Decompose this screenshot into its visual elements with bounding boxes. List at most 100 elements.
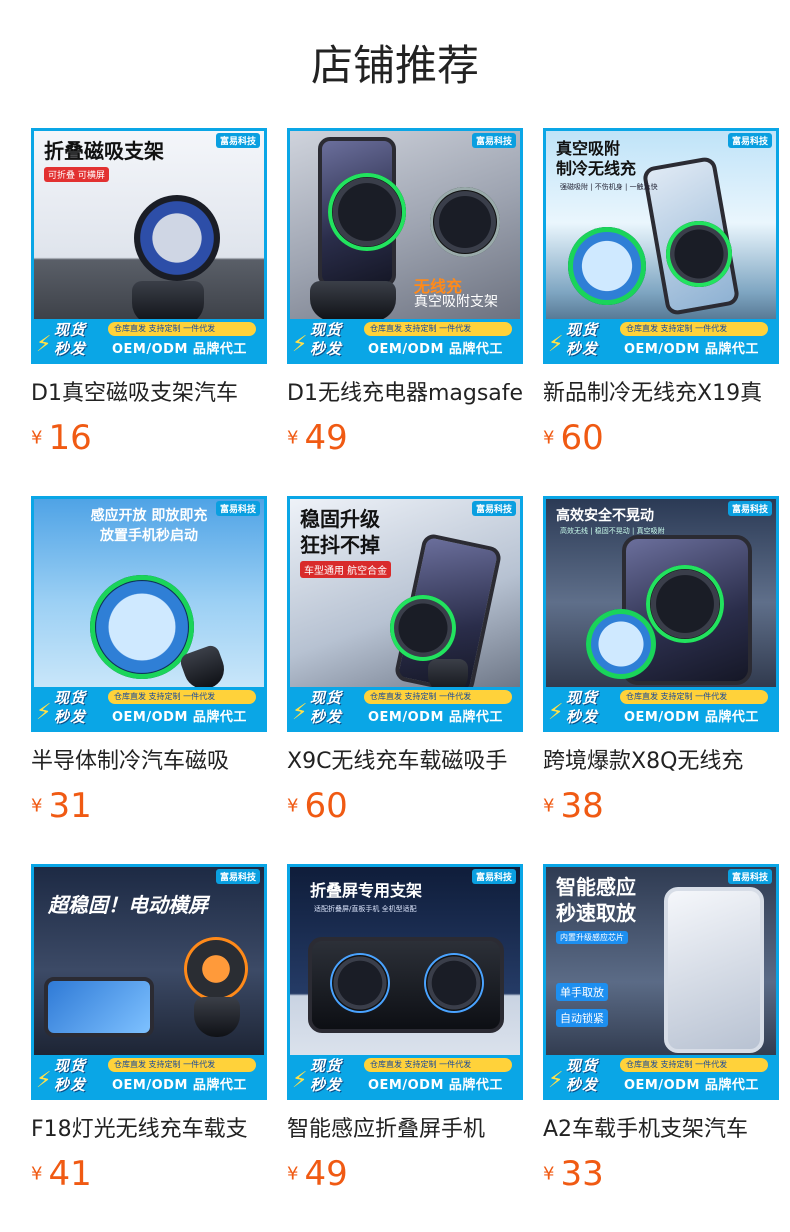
banner-line2: 秒发 bbox=[566, 1076, 599, 1094]
product-price: ¥16 bbox=[31, 418, 92, 458]
price-value: 60 bbox=[560, 418, 604, 458]
product-grid: 折叠磁吸支架 可折叠 可横屏 富易科技 ⚡ 现货 秒发 仓库直发 支持定制 一件… bbox=[31, 128, 790, 1232]
image-headline-2: 狂抖不掉 bbox=[300, 533, 380, 557]
product-card[interactable]: 智能感应 秒速取放 内置升级感应芯片 单手取放 自动锁紧 富易科技 ⚡ 现货 秒… bbox=[543, 864, 779, 1232]
product-card[interactable]: 折叠磁吸支架 可折叠 可横屏 富易科技 ⚡ 现货 秒发 仓库直发 支持定制 一件… bbox=[31, 128, 267, 496]
lightning-icon: ⚡ bbox=[36, 700, 52, 725]
product-card[interactable]: 无线充 真空吸附支架 富易科技 ⚡ 现货 秒发 仓库直发 支持定制 一件代发 O… bbox=[287, 128, 523, 496]
product-image[interactable]: 高效安全不晃动 高效无线 | 稳固不晃动 | 真空吸附 富易科技 ⚡ 现货 秒发… bbox=[543, 496, 779, 732]
price-value: 60 bbox=[304, 786, 348, 826]
product-card[interactable]: 折叠屏专用支架 适配折叠屏/直板手机 全机型适配 富易科技 ⚡ 现货 秒发 仓库… bbox=[287, 864, 523, 1232]
banner-line2: 秒发 bbox=[310, 708, 343, 726]
charger-pad-left bbox=[330, 953, 390, 1013]
image-headline: 真空吸附 bbox=[556, 139, 621, 158]
banner-line2: 秒发 bbox=[566, 708, 599, 726]
feature-badge-one-hand: 单手取放 bbox=[556, 983, 608, 1001]
image-caption-2: 真空吸附支架 bbox=[414, 294, 498, 310]
brand-badge: 富易科技 bbox=[471, 869, 516, 884]
banner-chips: 仓库直发 支持定制 一件代发 bbox=[620, 1058, 768, 1072]
banner-oem: OEM/ODM 品牌代工 bbox=[368, 710, 503, 725]
promo-banner: ⚡ 现货 秒发 仓库直发 支持定制 一件代发 OEM/ODM 品牌代工 bbox=[290, 319, 520, 361]
currency-symbol: ¥ bbox=[287, 1163, 299, 1185]
product-card[interactable]: 稳固升级 狂抖不掉 车型通用 航空合金 富易科技 ⚡ 现货 秒发 仓库直发 支持… bbox=[287, 496, 523, 864]
banner-oem: OEM/ODM 品牌代工 bbox=[624, 1078, 759, 1093]
banner-line1: 现货 bbox=[54, 321, 87, 339]
currency-symbol: ¥ bbox=[543, 795, 555, 817]
price-value: 38 bbox=[560, 786, 604, 826]
lightning-icon: ⚡ bbox=[548, 700, 564, 725]
banner-oem: OEM/ODM 品牌代工 bbox=[624, 710, 759, 725]
brand-badge: 富易科技 bbox=[727, 133, 772, 148]
brand-badge: 富易科技 bbox=[471, 501, 516, 516]
image-headline: 超稳固！电动横屏 bbox=[48, 893, 208, 917]
charger-pad bbox=[666, 221, 732, 287]
image-tagline: 强磁吸附 | 不伤机身 | 一触急快 bbox=[560, 183, 658, 191]
promo-banner: ⚡ 现货 秒发 仓库直发 支持定制 一件代发 OEM/ODM 品牌代工 bbox=[290, 687, 520, 729]
promo-banner: ⚡ 现货 秒发 仓库直发 支持定制 一件代发 OEM/ODM 品牌代工 bbox=[546, 687, 776, 729]
product-image[interactable]: 稳固升级 狂抖不掉 车型通用 航空合金 富易科技 ⚡ 现货 秒发 仓库直发 支持… bbox=[287, 496, 523, 732]
lightning-icon: ⚡ bbox=[548, 332, 564, 357]
product-image[interactable]: 折叠屏专用支架 适配折叠屏/直板手机 全机型适配 富易科技 ⚡ 现货 秒发 仓库… bbox=[287, 864, 523, 1100]
product-image[interactable]: 超稳固！电动横屏 富易科技 ⚡ 现货 秒发 仓库直发 支持定制 一件代发 OEM… bbox=[31, 864, 267, 1100]
mount-arm bbox=[194, 997, 240, 1037]
image-headline: 智能感应 bbox=[556, 875, 636, 899]
product-name[interactable]: D1无线充电器magsafe bbox=[287, 377, 523, 411]
currency-symbol: ¥ bbox=[287, 427, 299, 449]
cooling-pad bbox=[586, 609, 656, 679]
banner-chips: 仓库直发 支持定制 一件代发 bbox=[108, 1058, 256, 1072]
brand-badge: 富易科技 bbox=[727, 869, 772, 884]
banner-line2: 秒发 bbox=[54, 340, 87, 358]
product-image[interactable]: 智能感应 秒速取放 内置升级感应芯片 单手取放 自动锁紧 富易科技 ⚡ 现货 秒… bbox=[543, 864, 779, 1100]
currency-symbol: ¥ bbox=[31, 795, 43, 817]
price-value: 49 bbox=[304, 1154, 348, 1194]
product-name[interactable]: 半导体制冷汽车磁吸 bbox=[31, 745, 267, 779]
product-card[interactable]: 真空吸附 制冷无线充 强磁吸附 | 不伤机身 | 一触急快 富易科技 ⚡ 现货 … bbox=[543, 128, 779, 496]
product-image[interactable]: 真空吸附 制冷无线充 强磁吸附 | 不伤机身 | 一触急快 富易科技 ⚡ 现货 … bbox=[543, 128, 779, 364]
banner-chips: 仓库直发 支持定制 一件代发 bbox=[108, 690, 256, 704]
brand-badge: 富易科技 bbox=[471, 133, 516, 148]
product-price: ¥60 bbox=[287, 786, 348, 826]
product-image[interactable]: 折叠磁吸支架 可折叠 可横屏 富易科技 ⚡ 现货 秒发 仓库直发 支持定制 一件… bbox=[31, 128, 267, 364]
banner-oem: OEM/ODM 品牌代工 bbox=[368, 1078, 503, 1093]
product-card[interactable]: 高效安全不晃动 高效无线 | 稳固不晃动 | 真空吸附 富易科技 ⚡ 现货 秒发… bbox=[543, 496, 779, 864]
product-name[interactable]: D1真空磁吸支架汽车 bbox=[31, 377, 267, 411]
charger-pad-right bbox=[424, 953, 484, 1013]
holder-graphic bbox=[664, 887, 764, 1053]
price-value: 16 bbox=[48, 418, 92, 458]
mount-base bbox=[310, 281, 396, 321]
feature-badge-auto-lock: 自动锁紧 bbox=[556, 1009, 608, 1027]
product-name[interactable]: F18灯光无线充车载支 bbox=[31, 1113, 267, 1147]
image-headline-2: 放置手机秒启动 bbox=[100, 528, 198, 544]
banner-chips: 仓库直发 支持定制 一件代发 bbox=[364, 322, 512, 336]
currency-symbol: ¥ bbox=[31, 1163, 43, 1185]
banner-oem: OEM/ODM 品牌代工 bbox=[112, 342, 247, 357]
banner-oem: OEM/ODM 品牌代工 bbox=[624, 342, 759, 357]
product-card[interactable]: 感应开放 即放即充 放置手机秒启动 富易科技 ⚡ 现货 秒发 仓库直发 支持定制… bbox=[31, 496, 267, 864]
banner-line1: 现货 bbox=[54, 689, 87, 707]
image-tagline: 车型通用 航空合金 bbox=[300, 561, 392, 578]
product-name[interactable]: A2车载手机支架汽车 bbox=[543, 1113, 779, 1147]
image-tagline: 高效无线 | 稳固不晃动 | 真空吸附 bbox=[560, 527, 665, 535]
banner-chips: 仓库直发 支持定制 一件代发 bbox=[620, 690, 768, 704]
brand-badge: 富易科技 bbox=[727, 501, 772, 516]
banner-line1: 现货 bbox=[310, 1057, 343, 1075]
product-name[interactable]: X9C无线充车载磁吸手 bbox=[287, 745, 523, 779]
product-card[interactable]: 超稳固！电动横屏 富易科技 ⚡ 现货 秒发 仓库直发 支持定制 一件代发 OEM… bbox=[31, 864, 267, 1232]
product-image[interactable]: 无线充 真空吸附支架 富易科技 ⚡ 现货 秒发 仓库直发 支持定制 一件代发 O… bbox=[287, 128, 523, 364]
cooling-pad bbox=[90, 575, 194, 679]
product-image[interactable]: 感应开放 即放即充 放置手机秒启动 富易科技 ⚡ 现货 秒发 仓库直发 支持定制… bbox=[31, 496, 267, 732]
promo-banner: ⚡ 现货 秒发 仓库直发 支持定制 一件代发 OEM/ODM 品牌代工 bbox=[34, 687, 264, 729]
product-price: ¥31 bbox=[31, 786, 92, 826]
product-name[interactable]: 智能感应折叠屏手机 bbox=[287, 1113, 523, 1147]
lightning-icon: ⚡ bbox=[292, 700, 308, 725]
product-price: ¥60 bbox=[543, 418, 604, 458]
price-value: 41 bbox=[48, 1154, 92, 1194]
product-name[interactable]: 跨境爆款X8Q无线充 bbox=[543, 745, 779, 779]
banner-chips: 仓库直发 支持定制 一件代发 bbox=[364, 690, 512, 704]
lightning-icon: ⚡ bbox=[292, 332, 308, 357]
currency-symbol: ¥ bbox=[543, 1163, 555, 1185]
currency-symbol: ¥ bbox=[287, 795, 299, 817]
charger-pad-back bbox=[430, 187, 500, 257]
banner-oem: OEM/ODM 品牌代工 bbox=[112, 1078, 247, 1093]
product-name[interactable]: 新品制冷无线充X19真 bbox=[543, 377, 779, 411]
